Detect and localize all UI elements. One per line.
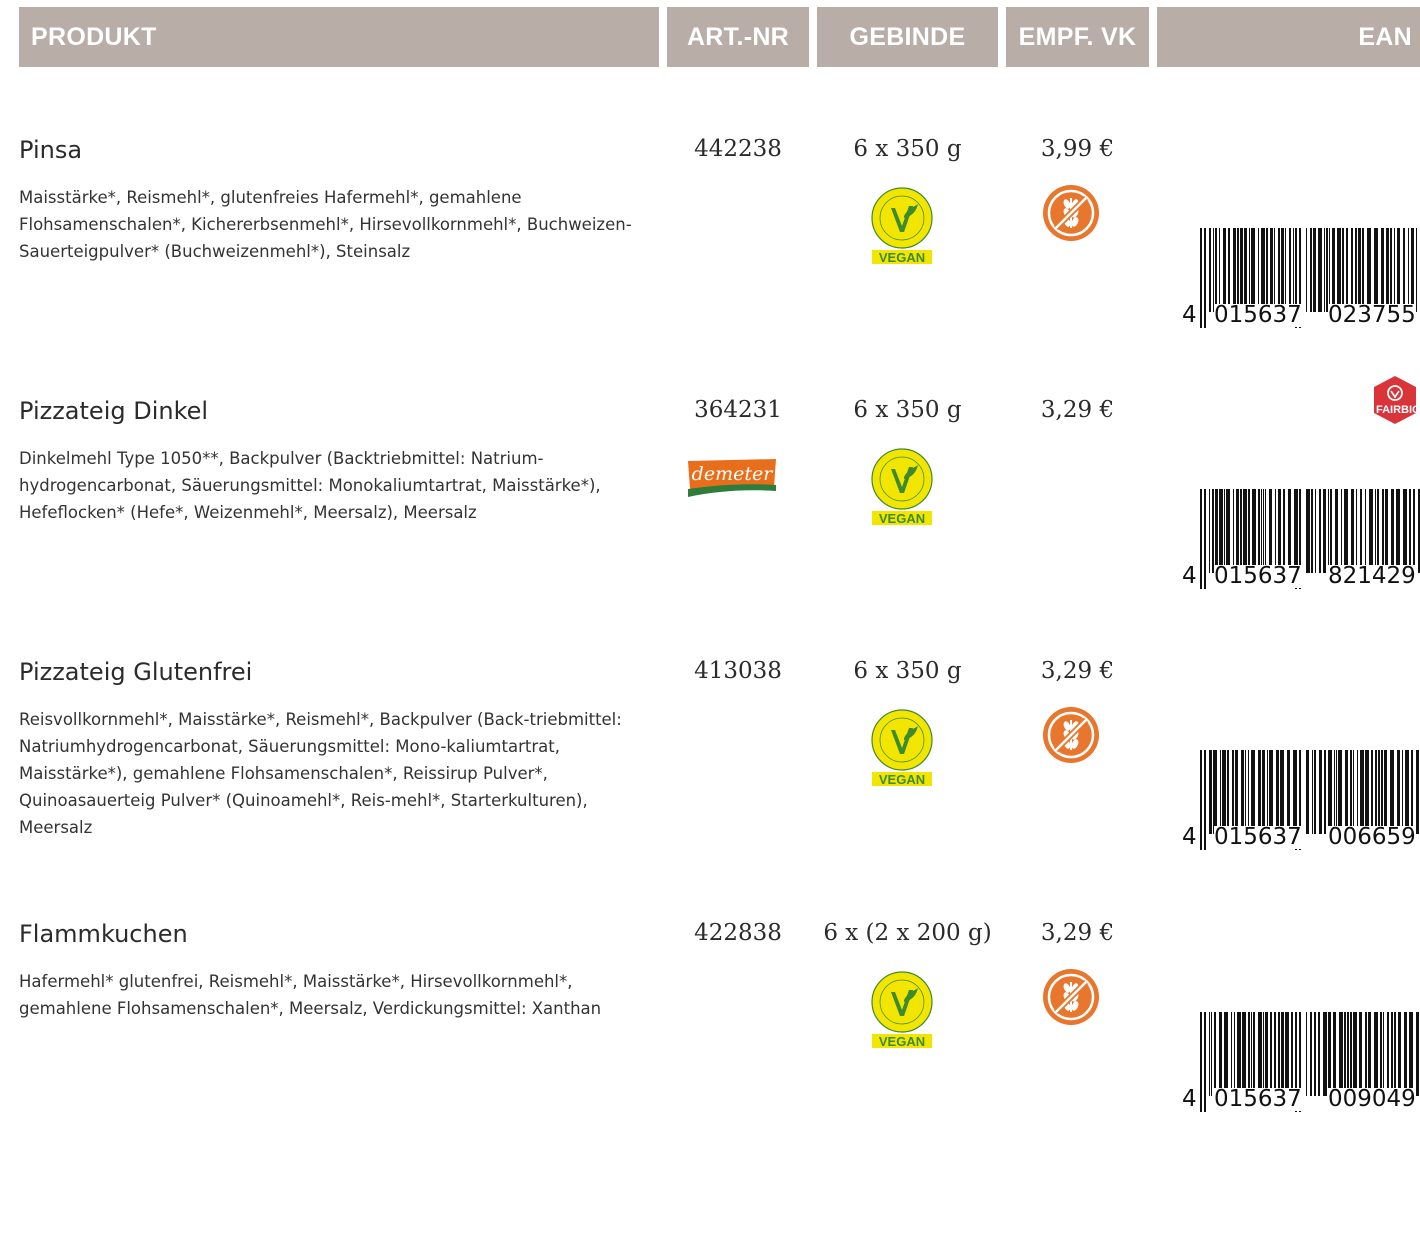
product-ingredients: Hafermehl* glutenfrei, Reismehl*, Maisst…	[19, 972, 602, 1018]
product-gebinde: 6 x (2 x 200 g)	[823, 920, 992, 946]
vegan-label-icon: VEGAN	[871, 187, 933, 264]
ean-right-digits: 009049	[1328, 1086, 1416, 1112]
ean-first-digit: 4	[1182, 1086, 1197, 1112]
gluten-free-icon	[1042, 706, 1100, 764]
product-price: 3,29 €	[1040, 920, 1115, 946]
product-price: 3,29 €	[1040, 397, 1115, 423]
header-ean: EAN	[1157, 7, 1420, 67]
vegan-label-text: VEGAN	[879, 511, 925, 525]
ean-barcode: 4 015637 023755	[1180, 228, 1420, 348]
header-art-nr: ART.-NR	[667, 7, 809, 67]
ean-first-digit: 4	[1182, 824, 1197, 850]
ean-left-digits: 015637	[1214, 563, 1302, 589]
product-row-pizzateig-glutenfrei: Pizzateig Glutenfrei Reisvollkornmehl*, …	[0, 658, 1420, 908]
gluten-free-icon	[1042, 184, 1100, 242]
header-gebinde: GEBINDE	[817, 7, 998, 67]
demeter-logo-icon: demeter	[688, 459, 776, 497]
header-produkt: PRODUKT	[19, 7, 659, 67]
ean-barcode: 4 015637 006659	[1180, 750, 1420, 870]
vegan-label-icon: VEGAN	[871, 448, 933, 525]
product-row-pizzateig-dinkel: Pizzateig Dinkel Dinkelmehl Type 1050**,…	[0, 376, 1420, 647]
product-art-nr: 364231	[694, 397, 782, 423]
ean-barcode: 4 015637 009049	[1180, 1012, 1420, 1132]
vegan-label-icon: VEGAN	[871, 709, 933, 786]
product-price: 3,99 €	[1040, 136, 1115, 162]
ean-right-digits: 006659	[1328, 824, 1416, 850]
demeter-logo-text: demeter	[692, 463, 775, 485]
product-art-nr: 442238	[694, 136, 782, 162]
ean-right-digits: 821429	[1328, 563, 1416, 589]
header-empf-vk: EMPF. VK	[1006, 7, 1149, 67]
ean-first-digit: 4	[1182, 302, 1197, 328]
fairbio-logo-text: FAIRBIO	[1376, 404, 1420, 416]
ean-barcode: 4 015637 821429	[1180, 489, 1420, 609]
ean-left-digits: 015637	[1214, 1086, 1302, 1112]
vegan-label-icon: VEGAN	[871, 971, 933, 1048]
gluten-free-icon	[1042, 968, 1100, 1026]
product-ingredients: Reisvollkornmehl*, Maisstärke*, Reismehl…	[19, 710, 622, 837]
ean-right-digits: 023755	[1328, 302, 1416, 328]
product-name: Pizzateig Dinkel	[19, 397, 209, 425]
vegan-label-text: VEGAN	[879, 250, 925, 264]
ean-left-digits: 015637	[1214, 824, 1302, 850]
product-ingredients: Maisstärke*, Reismehl*, glutenfreies Haf…	[19, 188, 632, 261]
ean-left-digits: 015637	[1214, 302, 1302, 328]
product-row-pinsa: Pinsa Maisstärke*, Reismehl*, glutenfrei…	[0, 136, 1420, 386]
product-name: Flammkuchen	[19, 920, 188, 948]
product-row-flammkuchen: Flammkuchen Hafermehl* glutenfrei, Reism…	[0, 920, 1420, 1170]
vegan-label-text: VEGAN	[879, 1034, 925, 1048]
product-gebinde: 6 x 350 g	[853, 397, 962, 423]
product-name: Pizzateig Glutenfrei	[19, 658, 253, 686]
ean-first-digit: 4	[1182, 563, 1197, 589]
product-ingredients: Dinkelmehl Type 1050**, Backpulver (Back…	[19, 449, 601, 522]
product-art-nr: 413038	[694, 658, 782, 684]
product-art-nr: 422838	[694, 920, 782, 946]
product-price: 3,29 €	[1040, 658, 1115, 684]
product-name: Pinsa	[19, 136, 83, 164]
product-gebinde: 6 x 350 g	[853, 658, 962, 684]
product-gebinde: 6 x 350 g	[853, 136, 962, 162]
fairbio-logo-icon: FAIRBIO	[1374, 376, 1420, 424]
vegan-label-text: VEGAN	[879, 772, 925, 786]
